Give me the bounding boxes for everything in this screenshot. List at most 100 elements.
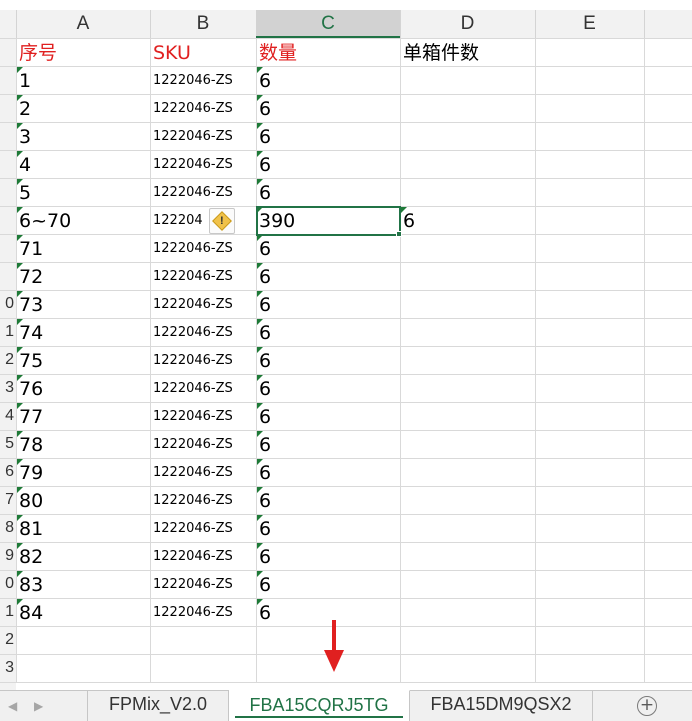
- number-stored-as-text-marker: [257, 263, 263, 269]
- cell-d-1[interactable]: 单箱件数: [403, 38, 479, 66]
- cell-b-12[interactable]: 1222046-ZS: [153, 346, 233, 374]
- row-gridline: [0, 682, 692, 683]
- row-number[interactable]: 4: [0, 402, 14, 430]
- column-header-c[interactable]: C: [256, 10, 400, 38]
- cell-b-11[interactable]: 1222046-ZS: [153, 318, 233, 346]
- cell-b-21[interactable]: 1222046-ZS: [153, 598, 233, 626]
- cell-b-14[interactable]: 1222046-ZS: [153, 402, 233, 430]
- column-gridline: [150, 38, 151, 682]
- column-gridline: [644, 38, 645, 682]
- tab-fba15cqrj5tg[interactable]: FBA15CQRJ5TG: [229, 690, 410, 721]
- column-header-d[interactable]: D: [400, 10, 535, 38]
- tab-scroll-left-icon[interactable]: ◀: [8, 699, 17, 713]
- active-cell-selection[interactable]: [256, 206, 401, 236]
- row-number[interactable]: 6: [0, 458, 14, 486]
- fill-handle[interactable]: [396, 231, 402, 237]
- number-stored-as-text-marker: [257, 431, 263, 437]
- number-stored-as-text-marker: [257, 487, 263, 493]
- number-stored-as-text-marker: [257, 319, 263, 325]
- warning-diamond-icon: !: [212, 211, 232, 231]
- cell-b-5[interactable]: 1222046-ZS: [153, 150, 233, 178]
- number-stored-as-text-marker: [257, 291, 263, 297]
- error-warning-button[interactable]: !: [209, 208, 235, 234]
- column-gridline: [535, 38, 536, 682]
- row-gridline: [0, 598, 692, 599]
- number-stored-as-text-marker: [257, 179, 263, 185]
- tab-fba15dm9qsx2[interactable]: FBA15DM9QSX2: [410, 690, 593, 721]
- number-stored-as-text-marker: [17, 319, 23, 325]
- row-number[interactable]: 2: [0, 626, 14, 654]
- tab-scroll-right-icon[interactable]: ▶: [34, 699, 43, 713]
- cell-b-8[interactable]: 1222046-ZS: [153, 234, 233, 262]
- row-number[interactable]: 9: [0, 542, 14, 570]
- cell-b-2[interactable]: 1222046-ZS: [153, 66, 233, 94]
- number-stored-as-text-marker: [17, 515, 23, 521]
- column-header-b[interactable]: B: [150, 10, 256, 38]
- cell-b-20[interactable]: 1222046-ZS: [153, 570, 233, 598]
- number-stored-as-text-marker: [257, 67, 263, 73]
- row-gridline: [0, 402, 692, 403]
- sheet-tab-bar: ◀ ▶ FPMix_V2.0 FBA15CQRJ5TG FBA15DM9QSX2…: [0, 690, 692, 721]
- row-gridline: [0, 262, 692, 263]
- cell-b-13[interactable]: 1222046-ZS: [153, 374, 233, 402]
- cell-b-9[interactable]: 1222046-ZS: [153, 262, 233, 290]
- row-number[interactable]: 7: [0, 486, 14, 514]
- number-stored-as-text-marker: [17, 459, 23, 465]
- number-stored-as-text-marker: [17, 263, 23, 269]
- row-number[interactable]: 0: [0, 570, 14, 598]
- number-stored-as-text-marker: [17, 179, 23, 185]
- number-stored-as-text-marker: [17, 375, 23, 381]
- column-header-e[interactable]: E: [535, 10, 644, 38]
- row-number[interactable]: 8: [0, 514, 14, 542]
- cell-b-6[interactable]: 1222046-ZS: [153, 178, 233, 206]
- row-gridline: [0, 290, 692, 291]
- cell-a-1[interactable]: 序号: [19, 38, 57, 66]
- column-gridline: [256, 38, 257, 682]
- spreadsheet-grid[interactable]: ABCDE 01234567890123 序号 SKU 数量 单箱件数 1 1222046…: [0, 0, 692, 690]
- column-header-a[interactable]: A: [16, 10, 150, 38]
- row-number[interactable]: 2: [0, 346, 14, 374]
- number-stored-as-text-marker: [257, 403, 263, 409]
- column-header-separator: [644, 10, 645, 38]
- row-number[interactable]: 1: [0, 318, 14, 346]
- cell-b-15[interactable]: 1222046-ZS: [153, 430, 233, 458]
- cell-b-19[interactable]: 1222046-ZS: [153, 542, 233, 570]
- cell-b-4[interactable]: 1222046-ZS: [153, 122, 233, 150]
- cell-b-3[interactable]: 1222046-ZS: [153, 94, 233, 122]
- row-gridline: [0, 150, 692, 151]
- row-gridline: [0, 458, 692, 459]
- number-stored-as-text-marker: [17, 291, 23, 297]
- number-stored-as-text-marker: [17, 487, 23, 493]
- row-number[interactable]: 3: [0, 654, 14, 682]
- cell-b-10[interactable]: 1222046-ZS: [153, 290, 233, 318]
- tab-fpmix[interactable]: FPMix_V2.0: [87, 690, 229, 721]
- row-number[interactable]: 3: [0, 374, 14, 402]
- cell-b-7[interactable]: 122204: [153, 206, 203, 234]
- row-gridline: [0, 514, 692, 515]
- row-number[interactable]: 1: [0, 598, 14, 626]
- row-gridline: [0, 94, 692, 95]
- cell-b-17[interactable]: 1222046-ZS: [153, 486, 233, 514]
- number-stored-as-text-marker: [257, 375, 263, 381]
- cell-b-18[interactable]: 1222046-ZS: [153, 514, 233, 542]
- number-stored-as-text-marker: [17, 543, 23, 549]
- row-gridline: [0, 346, 692, 347]
- column-gridline: [16, 38, 17, 682]
- number-stored-as-text-marker: [257, 599, 263, 605]
- cell-b-1[interactable]: SKU: [153, 38, 191, 66]
- number-stored-as-text-marker: [17, 599, 23, 605]
- row-gridline: [0, 122, 692, 123]
- row-number[interactable]: 0: [0, 290, 14, 318]
- row-number[interactable]: 5: [0, 430, 14, 458]
- number-stored-as-text-marker: [17, 431, 23, 437]
- number-stored-as-text-marker: [257, 95, 263, 101]
- number-stored-as-text-marker: [257, 123, 263, 129]
- row-gridline: [0, 542, 692, 543]
- number-stored-as-text-marker: [401, 207, 407, 213]
- number-stored-as-text-marker: [17, 151, 23, 157]
- cell-a-7[interactable]: 6~70: [19, 206, 71, 234]
- add-sheet-button[interactable]: +: [637, 696, 657, 716]
- cell-c-1[interactable]: 数量: [259, 38, 297, 66]
- row-gridline: [0, 430, 692, 431]
- cell-b-16[interactable]: 1222046-ZS: [153, 458, 233, 486]
